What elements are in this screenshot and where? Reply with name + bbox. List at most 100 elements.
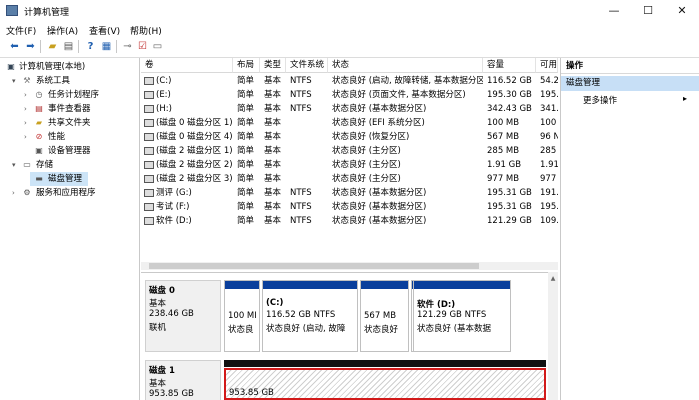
tree-item-performance[interactable]: › ⊘ 性能: [0, 130, 139, 144]
column-header-layout[interactable]: 布局: [233, 58, 260, 73]
tree-item-disk-management[interactable]: ▬ 磁盘管理: [30, 172, 88, 186]
disk-type: 基本: [149, 379, 167, 389]
tree-item-services-applications[interactable]: › ⚙ 服务和应用程序: [0, 186, 139, 200]
chevron-down-icon[interactable]: ▾: [12, 158, 16, 172]
table-row[interactable]: (磁盘 2 磁盘分区 3) 简单 基本 状态良好 (主分区) 977 MB 977: [141, 172, 558, 186]
properties-icon[interactable]: ▦: [100, 40, 113, 53]
tree-item-device-manager[interactable]: ▣ 设备管理器: [0, 144, 139, 158]
menu-action[interactable]: 操作(A): [47, 24, 78, 37]
close-button[interactable]: ✕: [665, 0, 699, 22]
volume-label: (磁盘 0 磁盘分区 1): [156, 118, 233, 128]
table-row[interactable]: 测评 (G:) 简单 基本 NTFS 状态良好 (基本数据分区) 195.31 GB 191…: [141, 186, 558, 200]
volume-label: 软件 (D:): [156, 216, 192, 226]
volume-label: 考试 (F:): [156, 202, 190, 212]
volume-list-horizontal-scrollbar[interactable]: [141, 262, 558, 270]
cell-filesystem: NTFS: [290, 76, 312, 86]
column-header-status[interactable]: 状态: [328, 58, 483, 73]
table-row[interactable]: (C:) 简单 基本 NTFS 状态良好 (启动, 故障转储, 基本数据分区) 116.5…: [141, 74, 558, 88]
cell-type: 基本: [264, 202, 282, 212]
partition-bar: [225, 281, 259, 289]
column-header-volume[interactable]: 卷: [141, 58, 233, 73]
cell-filesystem: [286, 116, 328, 130]
unallocated-bar: [224, 360, 546, 367]
partition-recovery[interactable]: 567 MB 状态良好: [360, 280, 409, 352]
cell-type: 基本: [264, 90, 282, 100]
chevron-right-icon[interactable]: ▸: [683, 94, 687, 103]
cell-filesystem: [286, 158, 328, 172]
volume-label: (E:): [156, 90, 171, 100]
tree-item-event-viewer[interactable]: › ▤ 事件查看器: [0, 102, 139, 116]
chevron-right-icon[interactable]: ›: [12, 186, 15, 200]
table-row[interactable]: 软件 (D:) 简单 基本 NTFS 状态良好 (基本数据分区) 121.29 GB 109…: [141, 214, 558, 228]
tree-item-label: 磁盘管理: [48, 174, 83, 184]
table-row[interactable]: (磁盘 2 磁盘分区 1) 简单 基本 状态良好 (主分区) 285 MB 285: [141, 144, 558, 158]
back-arrow-icon[interactable]: ⬅: [8, 40, 21, 53]
scroll-up-arrow-icon[interactable]: ▲: [548, 274, 558, 284]
disk-size: 238.46 GB: [149, 309, 194, 319]
disk-name: 磁盘 1: [149, 366, 175, 376]
cell-type: 基本: [264, 132, 282, 142]
table-row[interactable]: (磁盘 2 磁盘分区 2) 简单 基本 状态良好 (主分区) 1.91 GB 1.91: [141, 158, 558, 172]
cell-capacity: 977 MB: [487, 174, 520, 184]
column-header-type[interactable]: 类型: [260, 58, 286, 73]
column-header-free[interactable]: 可用: [536, 58, 558, 73]
device-icon: ▣: [35, 146, 43, 155]
actions-section-disk-management[interactable]: 磁盘管理: [561, 76, 699, 91]
disk-0-info[interactable]: 磁盘 0 基本 238.46 GB 联机: [145, 280, 221, 352]
tree-item-computer-management[interactable]: ▣ 计算机管理(本地): [0, 60, 139, 74]
partition-size: 116.52 GB NTFS: [266, 310, 336, 320]
table-row[interactable]: (H:) 简单 基本 NTFS 状态良好 (基本数据分区) 342.43 GB 341.: [141, 102, 558, 116]
disk-1-info[interactable]: 磁盘 1 基本 953.85 GB: [145, 360, 221, 400]
tree-item-label: 事件查看器: [48, 104, 91, 114]
minimize-button[interactable]: —: [597, 0, 631, 22]
check-icon[interactable]: ☑: [136, 40, 149, 53]
partition-c[interactable]: (C:) 116.52 GB NTFS 状态良好 (启动, 故障: [262, 280, 358, 352]
cell-capacity: 116.52 GB: [487, 76, 532, 86]
scrollbar-thumb[interactable]: [149, 263, 479, 269]
cell-status: 状态良好 (主分区): [332, 174, 401, 184]
title-bar: 计算机管理 — ☐ ✕: [0, 0, 699, 22]
show-tree-icon[interactable]: ▤: [62, 40, 75, 53]
column-header-filesystem[interactable]: 文件系统: [286, 58, 328, 73]
table-row[interactable]: (磁盘 0 磁盘分区 1) 简单 基本 状态良好 (EFI 系统分区) 100 MB 10…: [141, 116, 558, 130]
chevron-right-icon[interactable]: ›: [24, 102, 27, 116]
forward-arrow-icon[interactable]: ➡: [24, 40, 37, 53]
maximize-button[interactable]: ☐: [631, 0, 665, 22]
toolbar: ⬅ ➡ ▰ ▤ ? ▦ ⊸ ☑ ▭: [0, 37, 699, 58]
partition-efi[interactable]: 100 MI 状态良: [224, 280, 260, 352]
cell-capacity: 195.31 GB: [487, 202, 532, 212]
tree-item-shared-folders[interactable]: › ▰ 共享文件夹: [0, 116, 139, 130]
help-icon[interactable]: ?: [84, 40, 97, 53]
table-row[interactable]: (磁盘 0 磁盘分区 4) 简单 基本 状态良好 (恢复分区) 567 MB 96 N: [141, 130, 558, 144]
chevron-right-icon[interactable]: ›: [24, 130, 27, 144]
menu-view[interactable]: 查看(V): [89, 24, 120, 37]
column-header-capacity[interactable]: 容量: [483, 58, 536, 73]
cell-free: 54.2: [540, 76, 558, 86]
more-actions-link[interactable]: 更多操作: [583, 94, 617, 106]
tree-item-task-scheduler[interactable]: › ◷ 任务计划程序: [0, 88, 139, 102]
menu-file[interactable]: 文件(F): [6, 24, 36, 37]
cell-status: 状态良好 (恢复分区): [332, 132, 410, 142]
tree-item-label: 设备管理器: [48, 146, 91, 156]
volume-icon: [144, 216, 154, 225]
disk-view-vertical-scrollbar[interactable]: ▲: [548, 272, 558, 400]
cell-layout: 简单: [237, 132, 255, 142]
chevron-right-icon[interactable]: ›: [24, 88, 27, 102]
chevron-right-icon[interactable]: ›: [24, 116, 27, 130]
chevron-down-icon[interactable]: ▾: [12, 74, 16, 88]
cell-type: 基本: [264, 146, 282, 156]
table-row[interactable]: (E:) 简单 基本 NTFS 状态良好 (页面文件, 基本数据分区) 195.30 GB…: [141, 88, 558, 102]
cell-type: 基本: [264, 216, 282, 226]
cell-layout: 简单: [237, 118, 255, 128]
tree-item-system-tools[interactable]: ▾ ⚒ 系统工具: [0, 74, 139, 88]
window-icon[interactable]: ▭: [151, 40, 164, 53]
tree-item-storage[interactable]: ▾ ▭ 存储: [0, 158, 139, 172]
cell-volume: (磁盘 0 磁盘分区 1): [141, 116, 233, 130]
partition-status: 状态良好 (启动, 故障: [266, 324, 346, 334]
menu-help[interactable]: 帮助(H): [130, 24, 162, 37]
partition-d[interactable]: 软件 (D:) 121.29 GB NTFS 状态良好 (基本数据: [413, 280, 511, 352]
table-row[interactable]: 考试 (F:) 简单 基本 NTFS 状态良好 (基本数据分区) 195.31 GB 195…: [141, 200, 558, 214]
cell-volume: (C:): [141, 74, 233, 88]
connect-icon[interactable]: ⊸: [121, 40, 134, 53]
folder-up-icon[interactable]: ▰: [46, 40, 59, 53]
